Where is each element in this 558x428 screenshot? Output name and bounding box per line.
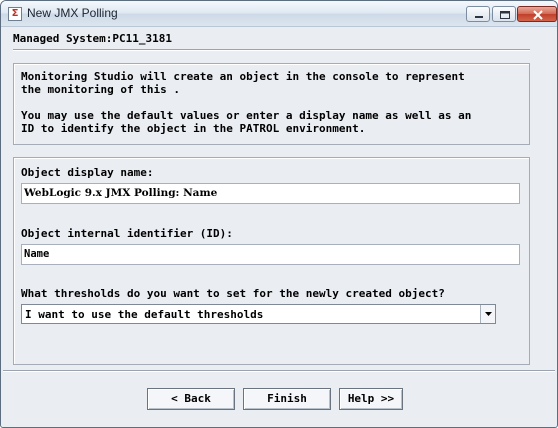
app-icon: Σ	[8, 7, 22, 21]
managed-system-label: Managed System:PC11_3181	[13, 32, 172, 45]
dialog-window: Σ New JMX Polling Managed System:PC11_31…	[0, 0, 558, 428]
back-button[interactable]: < Back	[147, 388, 235, 410]
header-divider	[13, 49, 530, 51]
display-name-label: Object display name:	[21, 166, 154, 179]
info-paragraph-1: Monitoring Studio will create an object …	[21, 70, 522, 96]
thresholds-dropdown[interactable]: I want to use the default thresholds	[21, 304, 496, 324]
info-p2-line1: You may use the default values or enter …	[21, 109, 472, 122]
close-button[interactable]	[517, 6, 557, 22]
minimize-button[interactable]	[466, 6, 490, 22]
title-bar[interactable]: Σ New JMX Polling	[1, 1, 557, 27]
footer-divider	[3, 370, 555, 372]
thresholds-selected-value: I want to use the default thresholds	[25, 308, 264, 321]
thresholds-label: What thresholds do you want to set for t…	[21, 287, 445, 300]
info-paragraph-2: You may use the default values or enter …	[21, 109, 522, 135]
info-p1-line1: Monitoring Studio will create an object …	[21, 70, 465, 83]
info-p2-line2: ID to identify the object in the PATROL …	[21, 122, 366, 135]
window-title: New JMX Polling	[27, 6, 118, 20]
chevron-down-icon	[485, 312, 492, 316]
close-icon	[533, 10, 543, 20]
internal-id-field[interactable]: Name	[21, 244, 520, 265]
dialog-body: Managed System:PC11_3181 Monitoring Stud…	[2, 27, 556, 427]
maximize-icon	[500, 11, 510, 19]
object-form-panel: Object display name: WebLogic 9.x JMX Po…	[13, 157, 530, 365]
info-p1-line2: the monitoring of this .	[21, 83, 180, 96]
internal-id-label: Object internal identifier (ID):	[21, 227, 233, 240]
minimize-icon	[475, 16, 483, 18]
display-name-field[interactable]: WebLogic 9.x JMX Polling: Name	[21, 183, 520, 204]
help-button[interactable]: Help >>	[339, 388, 403, 410]
dropdown-arrow-button[interactable]	[480, 305, 495, 323]
info-panel: Monitoring Studio will create an object …	[13, 63, 530, 145]
finish-button[interactable]: Finish	[243, 388, 331, 410]
maximize-button[interactable]	[492, 6, 516, 22]
